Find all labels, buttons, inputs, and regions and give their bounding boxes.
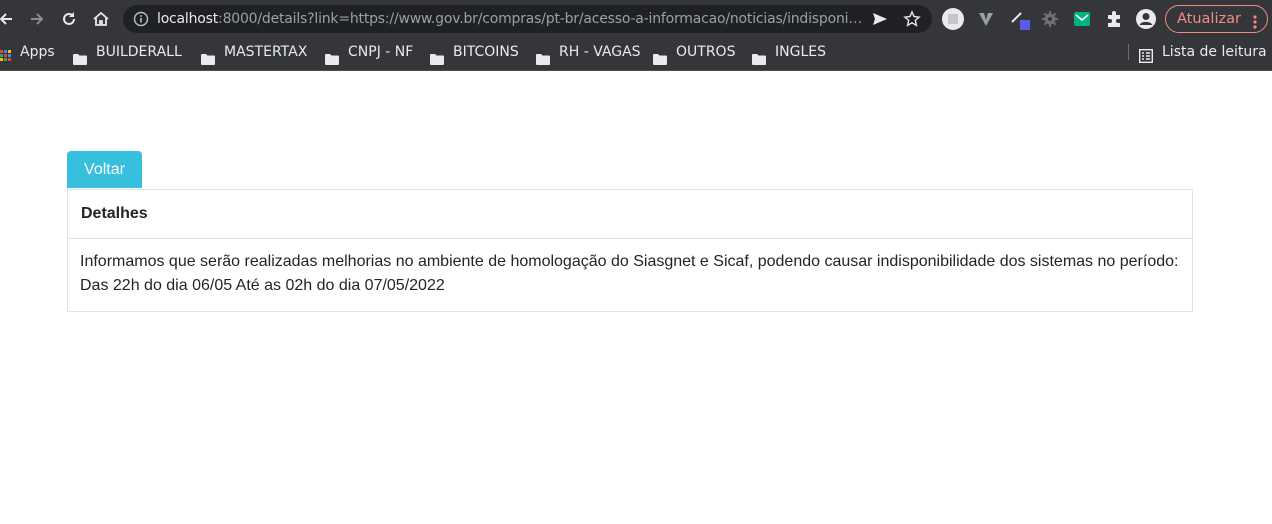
extension-gear-icon[interactable]: [1039, 8, 1061, 30]
bookmark-folder-builderall[interactable]: BUILDERALL: [73, 38, 182, 66]
bookmark-folder-label: INGLES: [775, 44, 826, 60]
star-icon[interactable]: [903, 10, 921, 28]
reading-list-label: Lista de leitura: [1162, 44, 1267, 60]
extension-avatar-icon[interactable]: [942, 8, 964, 30]
apps-grid-icon: [0, 45, 12, 61]
bookmarks-bar: Apps BUILDERALL MASTERTAX CNPJ - NF BITC…: [0, 38, 1272, 71]
bookmark-apps[interactable]: Apps: [0, 38, 55, 66]
bookmark-folder-label: RH - VAGAS: [559, 44, 641, 60]
card-title: Detalhes: [68, 190, 1192, 239]
extension-eyedropper-icon[interactable]: [1009, 8, 1031, 30]
bookmark-folder-label: CNPJ - NF: [348, 44, 414, 60]
browser-toolbar: localhost:8000/details?link=https://www.…: [0, 0, 1272, 38]
kebab-menu-icon[interactable]: [1253, 12, 1257, 29]
folder-icon: [325, 47, 339, 65]
card-text-line-1: Informamos que serão realizadas melhoria…: [80, 253, 1179, 270]
bookmark-folder-ingles[interactable]: INGLES: [752, 38, 826, 66]
address-bar[interactable]: localhost:8000/details?link=https://www.…: [123, 5, 932, 33]
bookmark-folder-label: BUILDERALL: [96, 44, 182, 60]
folder-icon: [653, 47, 667, 65]
card-body: Informamos que serão realizadas melhoria…: [68, 239, 1192, 298]
folder-icon: [752, 47, 766, 65]
bookmarks-divider: [1128, 44, 1129, 60]
bookmark-folder-bitcoins[interactable]: BITCOINS: [430, 38, 519, 66]
bookmark-folder-mastertax[interactable]: MASTERTAX: [201, 38, 307, 66]
back-arrow-icon[interactable]: [0, 7, 18, 31]
bookmark-folder-label: OUTROS: [676, 44, 736, 60]
update-button-label: Atualizar: [1177, 11, 1241, 27]
bookmark-folder-label: MASTERTAX: [224, 44, 308, 60]
update-button[interactable]: Atualizar: [1165, 5, 1268, 33]
extension-mail-icon[interactable]: [1071, 8, 1093, 30]
profile-icon[interactable]: [1135, 8, 1157, 30]
puzzle-icon[interactable]: [1103, 8, 1125, 30]
home-icon[interactable]: [89, 7, 113, 31]
bookmark-folder-rh-vagas[interactable]: RH - VAGAS: [536, 38, 641, 66]
send-icon[interactable]: [871, 10, 889, 28]
back-button[interactable]: Voltar: [67, 151, 142, 188]
url-host: localhost: [157, 11, 219, 27]
bookmark-folder-outros[interactable]: OUTROS: [653, 38, 735, 66]
details-card: Detalhes Informamos que serão realizadas…: [67, 189, 1193, 312]
bookmark-folder-cnpj-nf[interactable]: CNPJ - NF: [325, 38, 413, 66]
folder-icon: [201, 47, 215, 65]
extension-v-icon[interactable]: [975, 8, 997, 30]
reload-icon[interactable]: [57, 7, 81, 31]
url-text[interactable]: localhost:8000/details?link=https://www.…: [157, 5, 863, 33]
card-text-line-2: Das 22h do dia 06/05 Até as 02h do dia 0…: [80, 277, 445, 294]
folder-icon: [536, 47, 550, 65]
url-path: :8000/details?link=https://www.gov.br/co…: [218, 11, 863, 27]
reading-list-button[interactable]: Lista de leitura: [1138, 38, 1267, 66]
forward-arrow-icon[interactable]: [25, 7, 49, 31]
folder-icon: [430, 47, 444, 65]
bookmark-apps-label: Apps: [20, 44, 55, 60]
info-icon[interactable]: [133, 11, 149, 27]
bookmark-folder-label: BITCOINS: [453, 44, 519, 60]
reading-list-icon: [1138, 45, 1154, 64]
folder-icon: [73, 47, 87, 65]
